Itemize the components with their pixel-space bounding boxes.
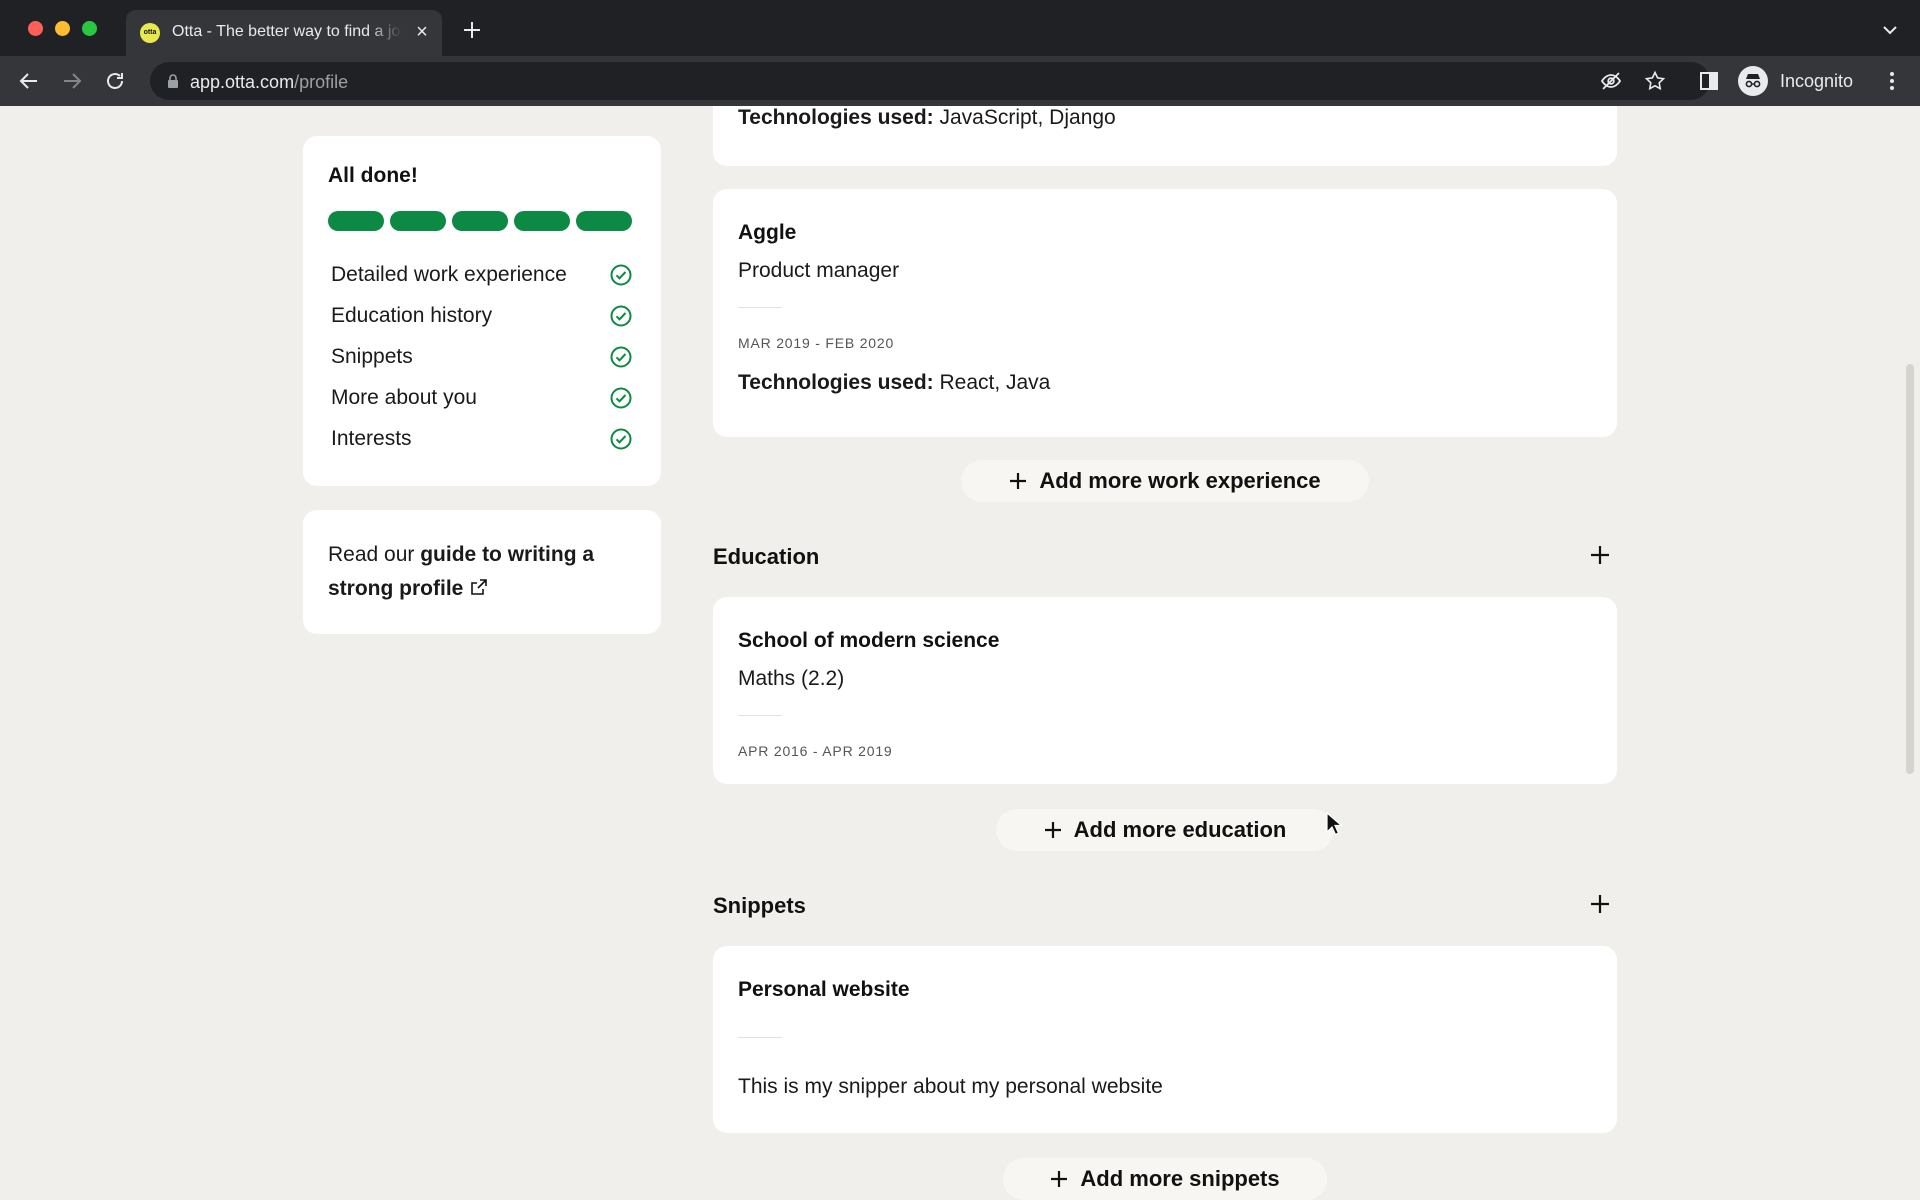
reload-icon[interactable] — [103, 69, 127, 93]
check-circle-icon — [610, 387, 632, 408]
job-role: Product manager — [738, 259, 900, 282]
snippets-section-title: Snippets — [713, 893, 806, 918]
check-circle-icon — [610, 346, 632, 367]
incognito-label: Incognito — [1780, 70, 1854, 91]
browser-toolbar: app.otta.com/profile Incognito — [0, 56, 1920, 106]
work-tech-used: Technologies used: React, Java — [738, 371, 1051, 394]
snippet-text: This is my snipper about my personal web… — [738, 1075, 1163, 1098]
window-maximize-button[interactable] — [82, 21, 97, 36]
add-education-plus-icon[interactable] — [1589, 544, 1611, 566]
add-education-button[interactable]: Add more education — [996, 809, 1334, 851]
education-dates: APR 2016 - APR 2019 — [738, 743, 893, 759]
divider — [738, 307, 782, 308]
progress-segment — [514, 211, 570, 231]
tab-title: Otta - The better way to find a job — [172, 23, 402, 40]
checklist-item[interactable]: More about you — [331, 377, 633, 418]
check-circle-icon — [610, 264, 632, 285]
profile-guide-card: Read our guide to writing a strong profi… — [303, 510, 661, 634]
plus-icon — [1010, 473, 1027, 489]
add-work-experience-button[interactable]: Add more work experience — [961, 460, 1369, 502]
check-circle-icon — [610, 428, 632, 449]
work-experience-card-partial[interactable]: Technologies used: JavaScript, Django — [713, 106, 1617, 166]
browser-menu-icon[interactable] — [1880, 69, 1904, 93]
checklist-item-label: More about you — [331, 385, 477, 409]
checklist-item[interactable]: Education history — [331, 295, 633, 336]
otta-favicon-icon: otta — [140, 23, 160, 43]
address-bar[interactable]: app.otta.com/profile — [150, 62, 1710, 100]
work-dates: MAR 2019 - FEB 2020 — [738, 335, 895, 351]
browser-tab-bar: otta Otta - The better way to find a job… — [0, 0, 1920, 56]
url-text: app.otta.com/profile — [190, 72, 349, 92]
divider — [738, 715, 782, 716]
profile-page: All done! Detailed work experience Educat… — [0, 106, 1920, 1200]
checklist-item[interactable]: Snippets — [331, 336, 633, 377]
company-name: Aggle — [738, 221, 797, 244]
check-circle-icon — [610, 305, 632, 326]
incognito-profile-button[interactable]: Incognito — [1738, 64, 1853, 98]
progress-bar — [328, 211, 632, 231]
checklist-item[interactable]: Interests — [331, 418, 633, 459]
work-tech-used: Technologies used: JavaScript, Django — [738, 106, 1116, 129]
plus-icon — [1044, 822, 1061, 838]
lock-icon — [168, 74, 178, 88]
progress-segment — [452, 211, 508, 231]
education-section-title: Education — [713, 544, 820, 569]
work-experience-card[interactable]: Aggle Product manager MAR 2019 - FEB 202… — [713, 189, 1617, 437]
forward-arrow-icon[interactable] — [60, 69, 84, 93]
add-snippets-button[interactable]: Add more snippets — [1003, 1158, 1327, 1200]
mouse-cursor-icon — [1326, 812, 1342, 836]
checklist-item-label: Education history — [331, 303, 493, 327]
snippet-name: Personal website — [738, 978, 910, 1001]
progress-segment — [328, 211, 384, 231]
browser-tab[interactable]: otta Otta - The better way to find a job… — [126, 10, 442, 56]
guide-text: Read our guide to writing a strong profi… — [328, 543, 595, 600]
side-panel-icon[interactable] — [1697, 69, 1721, 93]
eye-slash-icon[interactable] — [1600, 70, 1622, 92]
divider — [738, 1037, 782, 1038]
progress-checklist: Detailed work experience Education histor… — [331, 254, 633, 459]
star-bookmark-icon[interactable] — [1644, 70, 1666, 92]
plus-icon — [1051, 1171, 1068, 1187]
back-arrow-icon[interactable] — [17, 69, 41, 93]
checklist-item-label: Detailed work experience — [331, 262, 567, 286]
window-close-button[interactable] — [28, 21, 43, 36]
course-name: Maths (2.2) — [738, 667, 845, 690]
page-scrollbar[interactable] — [1906, 364, 1914, 774]
school-name: School of modern science — [738, 629, 1000, 652]
education-card[interactable]: School of modern science Maths (2.2) APR… — [713, 597, 1617, 784]
progress-segment — [390, 211, 446, 231]
profile-progress-card: All done! Detailed work experience Educat… — [303, 136, 661, 486]
profile-main-column: Technologies used: JavaScript, Django Ag… — [713, 106, 1617, 1200]
checklist-item-label: Snippets — [331, 344, 413, 368]
add-snippet-plus-icon[interactable] — [1589, 893, 1611, 915]
new-tab-icon[interactable] — [460, 18, 484, 42]
window-minimize-button[interactable] — [55, 21, 70, 36]
checklist-item-label: Interests — [331, 426, 412, 450]
snippet-card[interactable]: Personal website This is my snipper abou… — [713, 946, 1617, 1133]
tab-close-icon[interactable]: × — [410, 20, 434, 44]
incognito-icon — [1738, 66, 1768, 96]
tab-search-chevron-icon[interactable] — [1878, 22, 1902, 38]
external-link-icon[interactable] — [469, 577, 489, 597]
progress-title: All done! — [328, 164, 418, 187]
checklist-item[interactable]: Detailed work experience — [331, 254, 633, 295]
progress-segment — [576, 211, 632, 231]
